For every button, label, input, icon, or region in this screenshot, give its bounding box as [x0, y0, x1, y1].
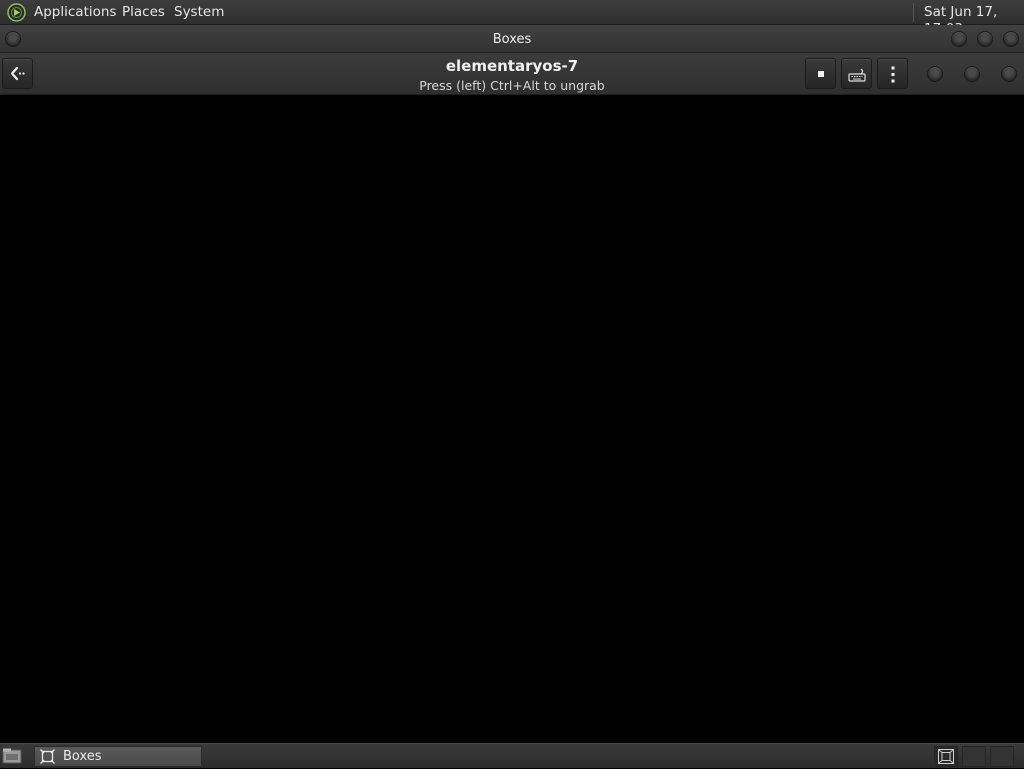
boxes-icon: [40, 749, 55, 764]
mate-logo-icon[interactable]: [7, 3, 26, 22]
stop-button[interactable]: [805, 58, 836, 89]
header-maximize-button[interactable]: [964, 66, 980, 82]
keyboard-button[interactable]: [841, 58, 872, 89]
workspace-2[interactable]: [962, 746, 986, 767]
menu-applications[interactable]: Applications: [34, 4, 116, 21]
header-bar: elementaryos-7 Press (left) Ctrl+Alt to …: [0, 53, 1024, 95]
keyboard-icon: [848, 67, 866, 86]
taskbar-boxes-button[interactable]: Boxes: [34, 746, 202, 767]
stop-icon: [818, 71, 824, 77]
bottom-panel: Boxes: [0, 743, 1024, 768]
back-arrow-icon: [9, 66, 26, 85]
close-button[interactable]: [1003, 31, 1019, 47]
menu-button[interactable]: [877, 58, 908, 89]
menu-places[interactable]: Places: [122, 4, 165, 21]
back-button[interactable]: [2, 58, 33, 89]
window-title-bar[interactable]: Boxes: [0, 25, 1024, 53]
workspace-1[interactable]: [934, 746, 958, 767]
header-close-button[interactable]: [1001, 66, 1017, 82]
top-panel: Applications Places System Sat Jun 17, 1…: [0, 0, 1024, 37]
vertical-dots-icon: [891, 66, 895, 87]
window-title: Boxes: [492, 32, 532, 47]
vm-display[interactable]: [0, 95, 1024, 743]
header-minimize-button[interactable]: [927, 66, 943, 82]
vm-title: elementaryos-7: [445, 57, 579, 75]
taskbar-boxes-label: Boxes: [63, 749, 102, 764]
minimize-button[interactable]: [951, 31, 967, 47]
maximize-button[interactable]: [977, 31, 993, 47]
boxes-icon: [938, 749, 954, 768]
panel-separator: [913, 3, 914, 22]
workspace-3[interactable]: [990, 746, 1014, 767]
show-desktop-icon[interactable]: [2, 747, 22, 765]
ungrab-hint: Press (left) Ctrl+Alt to ungrab: [419, 78, 605, 93]
menu-system[interactable]: System: [174, 4, 224, 21]
